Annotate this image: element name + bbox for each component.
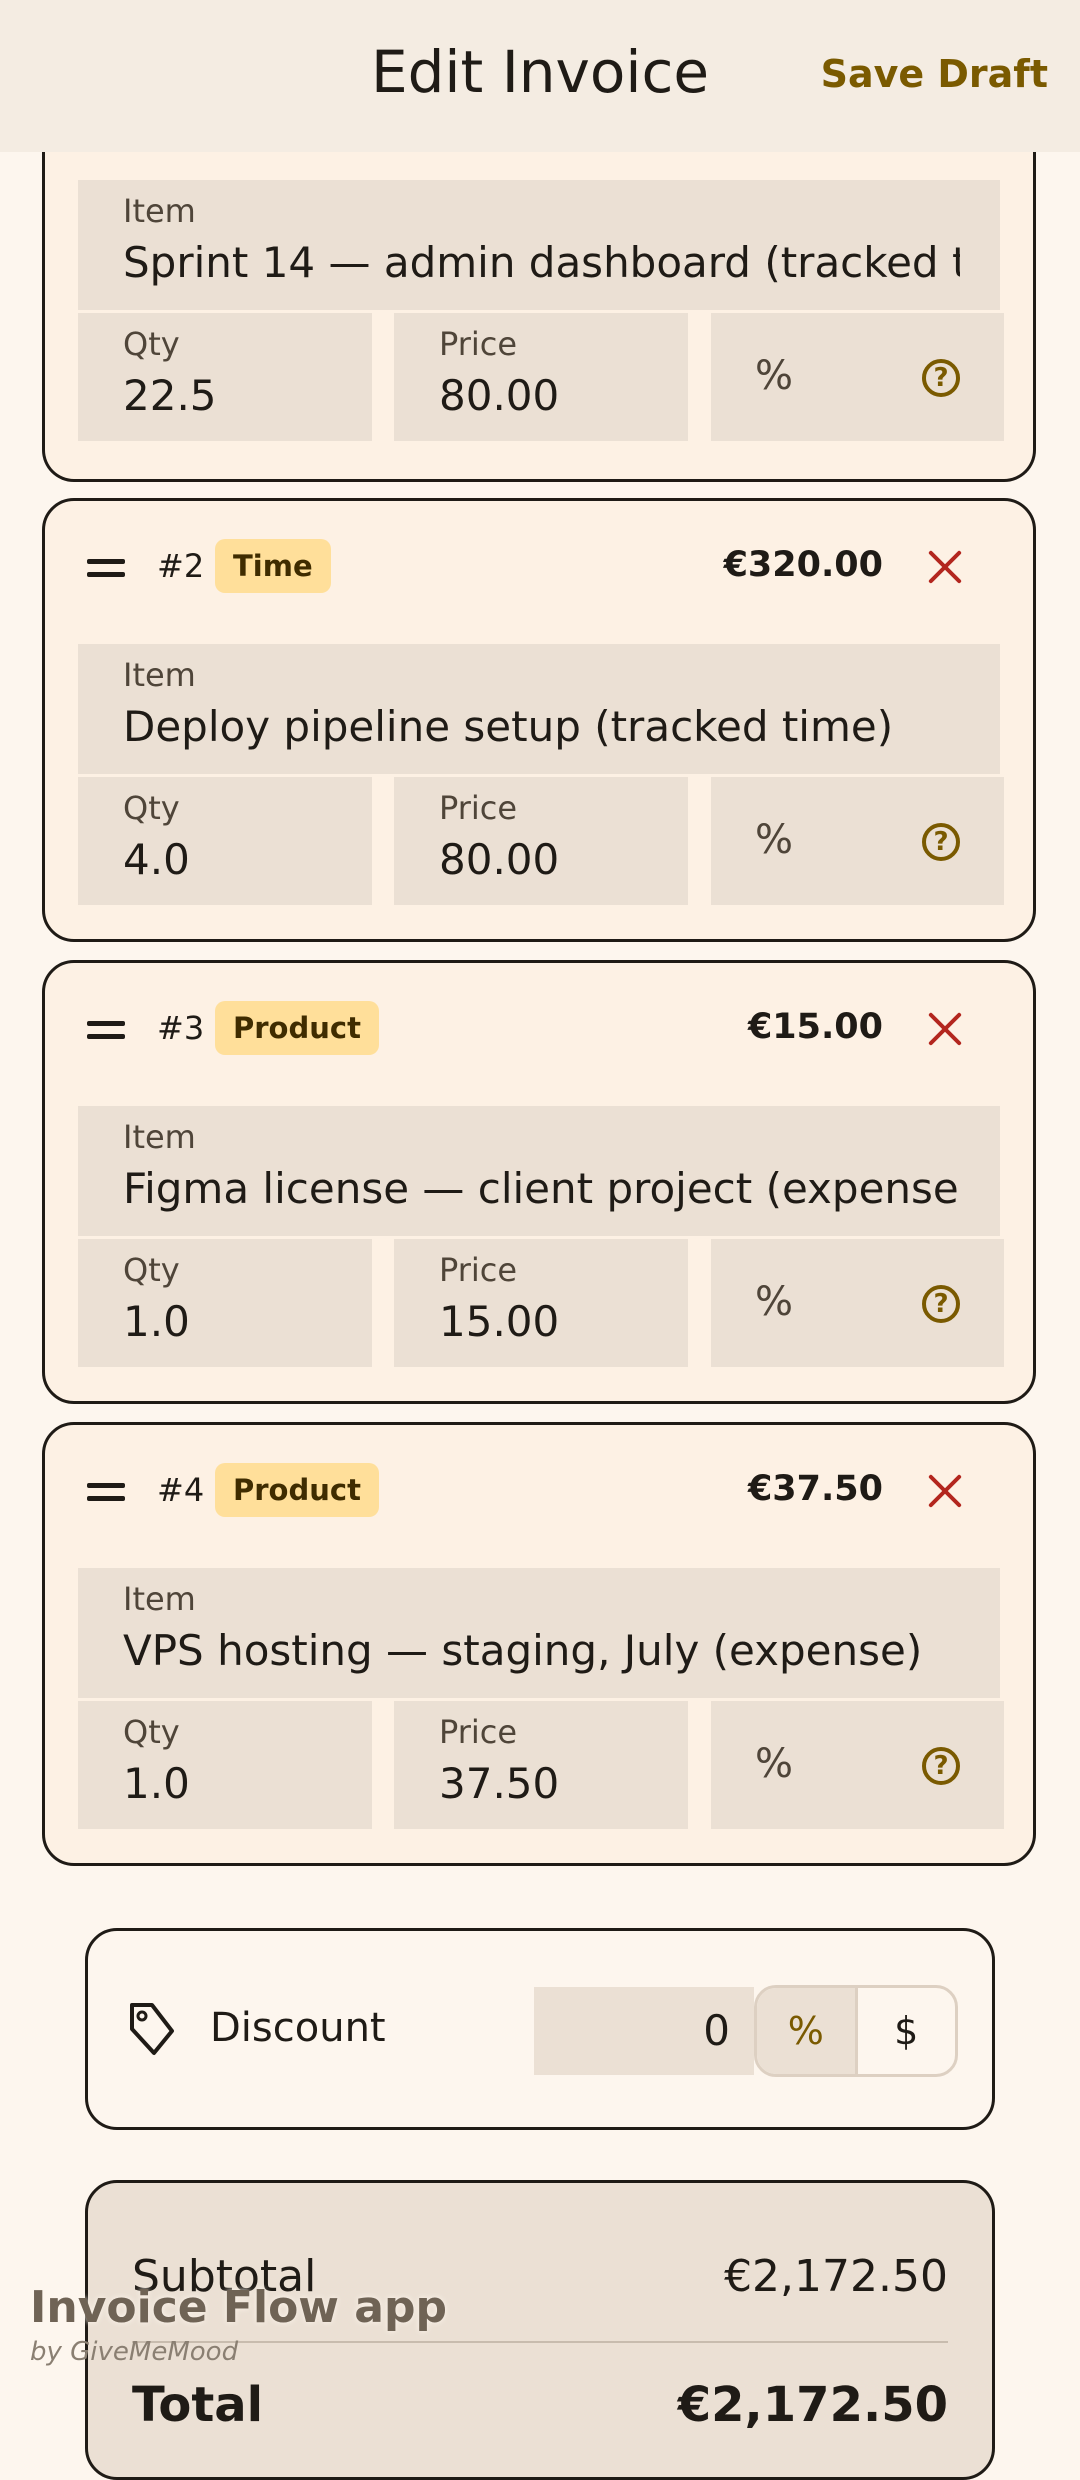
price-label: Price: [439, 789, 518, 827]
discount-percent-option[interactable]: %: [757, 1988, 858, 2074]
help-icon[interactable]: ?: [922, 1747, 960, 1785]
percent-label: %: [755, 1741, 794, 1787]
top-app-bar: Edit Invoice Save Draft: [0, 0, 1080, 152]
line-item-card: #3 Product €15.00 Item Figma license — c…: [42, 960, 1036, 1404]
total-row: Total €2,172.50: [132, 2377, 948, 2433]
discount-mode-toggle: % $: [754, 1985, 958, 2077]
delete-icon[interactable]: [927, 1011, 963, 1047]
help-icon[interactable]: ?: [922, 823, 960, 861]
watermark-author: by GiveMeMood: [30, 2337, 239, 2367]
discount-percent-field[interactable]: % ?: [711, 1239, 1004, 1367]
qty-label: Qty: [123, 789, 180, 827]
percent-label: %: [755, 353, 794, 399]
discount-percent-field[interactable]: % ?: [711, 1701, 1004, 1829]
price-value: 80.00: [439, 835, 560, 884]
item-value: Figma license — client project (expense): [123, 1164, 960, 1213]
item-amount: €320.00: [723, 545, 883, 585]
item-type-badge: Product: [215, 1001, 379, 1055]
drag-handle-icon[interactable]: [87, 559, 125, 577]
item-label: Item: [123, 1580, 196, 1618]
tag-icon: [130, 2003, 174, 2055]
percent-label: %: [755, 1279, 794, 1325]
item-field[interactable]: Item Figma license — client project (exp…: [78, 1106, 1000, 1236]
item-amount: €37.50: [747, 1469, 883, 1509]
price-field[interactable]: Price 37.50: [394, 1701, 688, 1829]
price-value: 37.50: [439, 1759, 560, 1808]
item-number: #3: [157, 1009, 205, 1047]
drag-handle-icon[interactable]: [87, 1483, 125, 1501]
help-icon[interactable]: ?: [922, 359, 960, 397]
item-value: Deploy pipeline setup (tracked time): [123, 702, 894, 751]
qty-value: 1.0: [123, 1297, 190, 1346]
item-number: #4: [157, 1471, 205, 1509]
qty-field[interactable]: Qty 1.0: [78, 1239, 372, 1367]
qty-value: 1.0: [123, 1759, 190, 1808]
price-label: Price: [439, 325, 518, 363]
total-label: Total: [132, 2377, 264, 2433]
discount-percent-field[interactable]: % ?: [711, 313, 1004, 441]
item-label: Item: [123, 1118, 196, 1156]
subtotal-value: €2,172.50: [724, 2251, 948, 2302]
drag-handle-icon[interactable]: [87, 1021, 125, 1039]
qty-label: Qty: [123, 1251, 180, 1289]
watermark-app-name: Invoice Flow app: [30, 2282, 447, 2333]
qty-value: 4.0: [123, 835, 190, 884]
item-type-badge: Product: [215, 1463, 379, 1517]
delete-icon[interactable]: [927, 1473, 963, 1509]
price-field[interactable]: Price 15.00: [394, 1239, 688, 1367]
item-value: VPS hosting — staging, July (expense): [123, 1626, 923, 1675]
price-label: Price: [439, 1251, 518, 1289]
price-field[interactable]: Price 80.00: [394, 777, 688, 905]
item-field[interactable]: Item Deploy pipeline setup (tracked time…: [78, 644, 1000, 774]
item-number: #2: [157, 547, 205, 585]
help-icon[interactable]: ?: [922, 1285, 960, 1323]
line-item-card: #2 Time €320.00 Item Deploy pipeline set…: [42, 498, 1036, 942]
price-field[interactable]: Price 80.00: [394, 313, 688, 441]
item-type-badge: Time: [215, 539, 331, 593]
qty-label: Qty: [123, 1713, 180, 1751]
discount-card: Discount 0 % $: [85, 1928, 995, 2130]
price-value: 15.00: [439, 1297, 560, 1346]
qty-label: Qty: [123, 325, 180, 363]
save-draft-button[interactable]: Save Draft: [821, 52, 1048, 96]
line-item-card: Item Sprint 14 — admin dashboard (tracke…: [42, 100, 1036, 482]
price-value: 80.00: [439, 371, 560, 420]
qty-field[interactable]: Qty 22.5: [78, 313, 372, 441]
total-value: €2,172.50: [677, 2377, 948, 2433]
item-label: Item: [123, 656, 196, 694]
qty-value: 22.5: [123, 371, 217, 420]
discount-label: Discount: [210, 2005, 386, 2051]
discount-percent-field[interactable]: % ?: [711, 777, 1004, 905]
percent-label: %: [755, 817, 794, 863]
item-amount: €15.00: [747, 1007, 883, 1047]
qty-field[interactable]: Qty 4.0: [78, 777, 372, 905]
line-item-card: #4 Product €37.50 Item VPS hosting — sta…: [42, 1422, 1036, 1866]
discount-amount-option[interactable]: $: [858, 1988, 956, 2074]
item-field[interactable]: Item VPS hosting — staging, July (expens…: [78, 1568, 1000, 1698]
item-label: Item: [123, 192, 196, 230]
watermark: Invoice Flow app by GiveMeMood: [30, 2282, 447, 2367]
delete-icon[interactable]: [927, 549, 963, 585]
qty-field[interactable]: Qty 1.0: [78, 1701, 372, 1829]
item-value: Sprint 14 — admin dashboard (tracked ti: [123, 238, 960, 287]
price-label: Price: [439, 1713, 518, 1751]
discount-input[interactable]: 0: [534, 1987, 754, 2075]
item-field[interactable]: Item Sprint 14 — admin dashboard (tracke…: [78, 180, 1000, 310]
